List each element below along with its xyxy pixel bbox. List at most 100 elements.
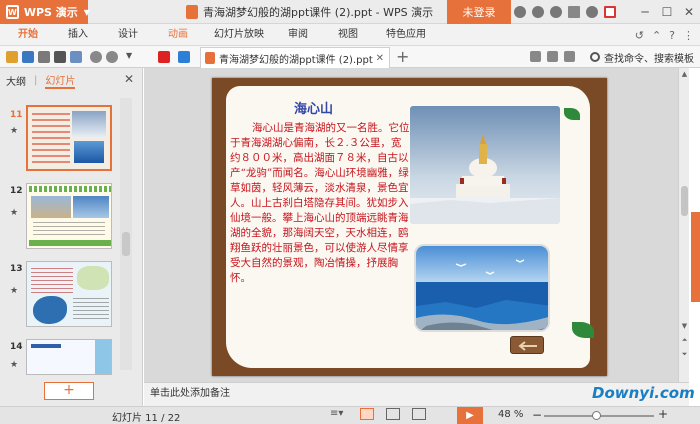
preview-icon[interactable] xyxy=(70,51,82,63)
tab-separator: | xyxy=(34,74,38,86)
slide-thumbnail-13[interactable] xyxy=(26,261,112,327)
side-panel-handle[interactable] xyxy=(691,212,700,302)
menu-insert[interactable]: 插入 xyxy=(68,24,88,46)
close-tab-icon[interactable]: ✕ xyxy=(376,53,384,64)
wps-w-icon[interactable] xyxy=(158,51,170,63)
minimize-icon[interactable]: ─ xyxy=(634,0,656,24)
slide-counter: 幻灯片 11 / 22 xyxy=(112,413,181,424)
stupa-photo[interactable] xyxy=(410,106,560,224)
thumbnail-photo xyxy=(74,141,104,163)
lake-photo[interactable] xyxy=(414,244,550,332)
toolbar-right-icons xyxy=(530,51,575,62)
close-panel-icon[interactable]: ✕ xyxy=(124,72,134,86)
menu-features[interactable]: 特色应用 xyxy=(386,24,426,46)
slide-thumbnail-12[interactable] xyxy=(26,183,112,249)
export-icon[interactable] xyxy=(38,51,50,63)
help-icon[interactable] xyxy=(586,6,598,18)
command-search[interactable]: 查找命令、搜索模板 xyxy=(590,46,694,68)
stupa-image xyxy=(410,106,560,224)
back-arrow-button[interactable] xyxy=(510,336,544,354)
thumbnail-map xyxy=(33,296,67,324)
slide-number: 12 xyxy=(10,186,23,196)
animation-star-icon: ★ xyxy=(10,360,19,370)
menu-animation[interactable]: 动画 xyxy=(168,24,188,46)
cloud-icon[interactable] xyxy=(547,51,558,62)
maximize-icon[interactable]: ☐ xyxy=(656,0,678,24)
screenshot-icon[interactable] xyxy=(530,51,541,62)
print-icon[interactable] xyxy=(54,51,66,63)
ppt-file-icon xyxy=(205,52,215,64)
thumbnail-decoration xyxy=(95,340,111,374)
prev-slide-icon[interactable]: ⏶ xyxy=(680,336,689,345)
zoom-level[interactable]: 48 % xyxy=(498,409,523,420)
scrollbar-thumb[interactable] xyxy=(122,232,130,256)
undo-icon[interactable] xyxy=(90,51,102,63)
view-switcher: ≡▾ xyxy=(330,408,426,420)
thumbnail-title xyxy=(31,344,61,348)
save-icon[interactable] xyxy=(22,51,34,63)
reading-view-icon[interactable] xyxy=(412,408,426,420)
sorter-view-icon[interactable] xyxy=(386,408,400,420)
slide-edit-area: 海心山 海心山是青海湖的又一名胜。它位于青海湖湖心偏南，长２.３公里，宽约８００… xyxy=(144,68,689,382)
tab-slides[interactable]: 幻灯片 xyxy=(45,72,76,89)
normal-view-icon[interactable] xyxy=(360,408,374,420)
slide-title[interactable]: 海心山 xyxy=(294,98,333,117)
menu-slideshow[interactable]: 幻灯片放映 xyxy=(214,24,264,46)
redo-icon[interactable] xyxy=(106,51,118,63)
main-scrollbar-thumb[interactable] xyxy=(681,186,688,216)
slide-panel: 大纲 | 幻灯片 ✕ 11 ★ 12 ★ 13 ★ 14 ★ + xyxy=(0,68,143,406)
scroll-up-icon[interactable]: ▲ xyxy=(680,70,689,78)
app-name: WPS 演示 xyxy=(23,6,78,19)
menu-start[interactable]: 开始 xyxy=(18,24,38,46)
window-title: 青海湖梦幻般的湖ppt课件 (2).ppt - WPS 演示 xyxy=(186,0,433,24)
pin-icon[interactable] xyxy=(604,6,616,18)
thumbnail-photo xyxy=(72,111,106,137)
current-slide[interactable]: 海心山 海心山是青海湖的又一名胜。它位于青海湖湖心偏南，长２.３公里，宽约８００… xyxy=(212,78,607,376)
menu-review[interactable]: 审阅 xyxy=(288,24,308,46)
new-tab-button[interactable]: + xyxy=(396,47,409,68)
share-icon[interactable] xyxy=(568,6,580,18)
notes-toggle-icon[interactable]: ≡▾ xyxy=(330,408,348,420)
login-button[interactable]: 未登录 xyxy=(447,0,511,24)
restore-icon[interactable]: ↺ xyxy=(635,29,644,42)
help-icon[interactable]: ? xyxy=(669,29,675,42)
main-scrollbar[interactable]: ▲ ▼ ⏶ ⏷ xyxy=(678,68,689,382)
thumbnail-text xyxy=(31,268,73,294)
user-icon[interactable] xyxy=(550,6,562,18)
slide-body-text[interactable]: 海心山是青海湖的又一名胜。它位于青海湖湖心偏南，长２.３公里，宽约８００米，高出… xyxy=(230,121,410,286)
slide-number: 11 xyxy=(10,110,23,120)
tab-outline[interactable]: 大纲 xyxy=(6,73,26,88)
skin-icon[interactable] xyxy=(514,6,526,18)
thumbnail-scrollbar[interactable] xyxy=(120,98,132,370)
close-icon[interactable]: ✕ xyxy=(678,0,700,24)
dropdown-icon[interactable]: ▼ xyxy=(126,51,138,63)
animation-star-icon: ★ xyxy=(10,126,19,136)
menu-right-controls: ↺ ⌃ ? ⋮ xyxy=(635,24,694,46)
slide-thumbnail-14[interactable] xyxy=(26,339,112,375)
lake-image xyxy=(416,246,548,330)
zoom-in-icon[interactable]: + xyxy=(658,407,668,421)
more-icon[interactable]: ⋮ xyxy=(683,29,694,42)
cloud-box-icon[interactable] xyxy=(178,51,190,63)
zoom-slider-knob[interactable] xyxy=(592,411,601,420)
scroll-down-icon[interactable]: ▼ xyxy=(680,322,689,330)
menu-design[interactable]: 设计 xyxy=(118,24,138,46)
next-slide-icon[interactable]: ⏷ xyxy=(680,350,689,359)
thumbnail-text xyxy=(73,298,109,320)
app-menu-button[interactable]: W WPS 演示 ▼ xyxy=(0,0,90,24)
document-tab[interactable]: 青海湖梦幻般的湖ppt课件 (2).ppt ✕ xyxy=(200,47,390,68)
chevron-down-icon: ▼ xyxy=(83,7,90,17)
grid-icon[interactable] xyxy=(564,51,575,62)
zoom-slider[interactable] xyxy=(544,411,654,420)
title-icons xyxy=(514,0,616,24)
animation-star-icon: ★ xyxy=(10,208,19,218)
menu-view[interactable]: 视图 xyxy=(338,24,358,46)
slide-thumbnail-11[interactable] xyxy=(26,105,112,171)
settings-icon[interactable] xyxy=(532,6,544,18)
play-slideshow-button[interactable]: ▶ xyxy=(457,407,483,424)
zoom-out-icon[interactable]: − xyxy=(532,408,542,422)
chevron-up-icon[interactable]: ⌃ xyxy=(652,29,661,42)
add-slide-button[interactable]: + xyxy=(44,382,94,400)
open-icon[interactable] xyxy=(6,51,18,63)
thumbnail-border xyxy=(29,186,111,192)
